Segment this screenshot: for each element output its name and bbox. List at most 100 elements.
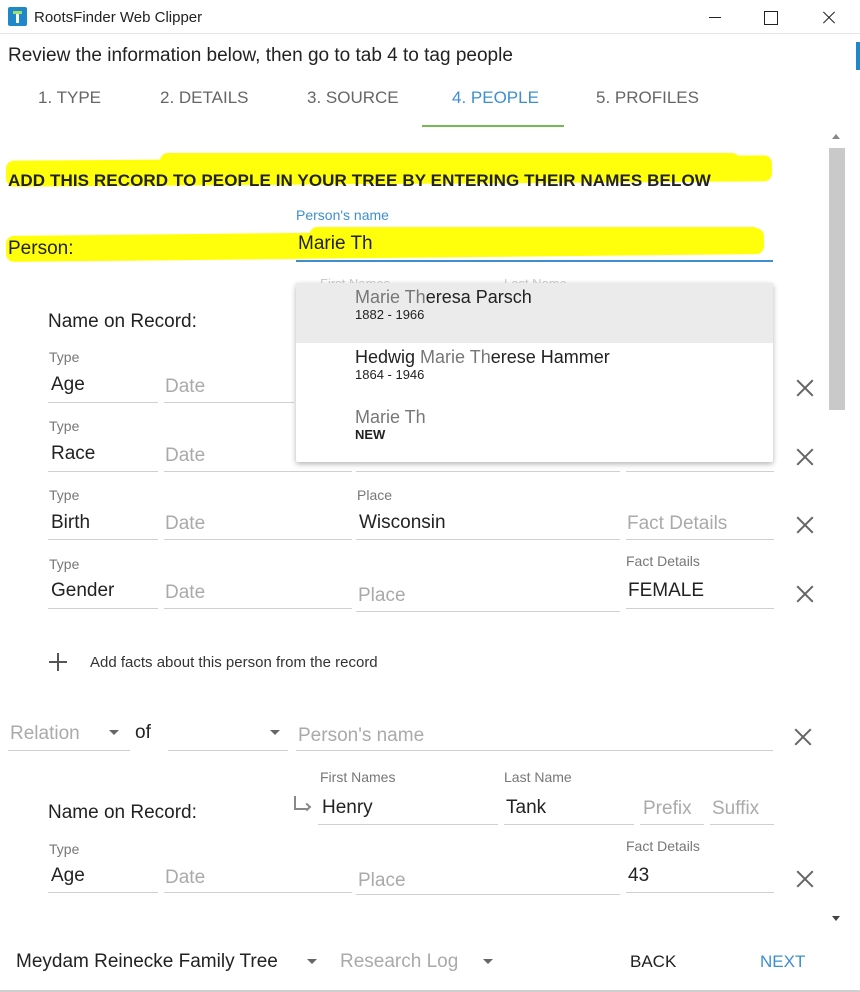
tab-type[interactable]: 1. TYPE (38, 88, 101, 108)
option-lifespan: 1864 - 1946 (355, 367, 425, 382)
scroll-up-arrow-icon[interactable] (832, 134, 840, 139)
tab-details[interactable]: 2. DETAILS (160, 88, 249, 108)
name-on-record-label: Name on Record: (48, 311, 197, 332)
autocomplete-option-new[interactable]: Marie Th NEW (296, 403, 773, 463)
fact-type-label: Type (49, 418, 80, 434)
remove-relation-icon[interactable] (793, 727, 813, 747)
chevron-down-icon[interactable] (270, 730, 280, 735)
research-log-select[interactable]: Research Log (340, 951, 458, 973)
highlight-mark (160, 153, 740, 169)
fact-type-select[interactable]: Gender (51, 580, 114, 602)
next-button[interactable]: NEXT (760, 952, 805, 972)
fact-type-underline (48, 608, 158, 609)
remove-fact-icon[interactable] (795, 515, 815, 535)
tab-people[interactable]: 4. PEOPLE (452, 88, 539, 108)
remove-fact-icon[interactable] (795, 447, 815, 467)
remove-fact-icon[interactable] (795, 584, 815, 604)
chevron-down-icon[interactable] (307, 959, 317, 964)
autocomplete-option[interactable]: Hedwig Marie Therese Hammer 1864 - 1946 (296, 343, 773, 403)
remove-fact-icon[interactable] (795, 378, 815, 398)
scrollbar-thumb[interactable] (829, 148, 845, 410)
relation-select-underline (8, 750, 130, 751)
last-name-input[interactable]: Tank (506, 797, 546, 819)
fact-type-underline (48, 892, 158, 893)
relation-target-underline[interactable] (168, 750, 288, 751)
option-lifespan: 1882 - 1966 (355, 307, 425, 322)
fact-type-select[interactable]: Race (51, 443, 95, 465)
fact-date-input[interactable]: Date (165, 867, 205, 889)
minimize-icon[interactable] (692, 0, 738, 34)
fact-date-underline (164, 608, 352, 609)
person-name-input[interactable]: Marie Th (298, 233, 373, 255)
fact-type-label: Type (49, 349, 80, 365)
maximize-icon[interactable] (746, 0, 792, 34)
fact-date-underline (164, 539, 352, 540)
suffix-input[interactable]: Suffix (712, 798, 759, 820)
first-names-label: First Names (320, 769, 396, 785)
fact-date-input[interactable]: Date (165, 513, 205, 535)
suffix-underline (710, 824, 774, 825)
option-name: Marie Theresa Parsch (355, 287, 532, 307)
fact-place-underline (356, 611, 620, 612)
chevron-down-icon[interactable] (483, 959, 493, 964)
highlight-mark (310, 227, 760, 241)
subdirectory-arrow-icon (292, 796, 312, 814)
fact-date-underline (164, 892, 352, 893)
fact-details-input[interactable]: Fact Details (627, 513, 727, 535)
fact-type-underline (48, 539, 158, 540)
fact-place-underline (356, 894, 620, 895)
option-name: Marie Th (355, 407, 426, 427)
fact-place-input[interactable]: Wisconsin (359, 512, 446, 534)
background-window-edge (856, 42, 860, 70)
autocomplete-dropdown: Marie Theresa Parsch 1882 - 1966 Hedwig … (296, 283, 773, 462)
fact-details-underline (626, 539, 774, 540)
option-name: Hedwig Marie Therese Hammer (355, 347, 610, 367)
fact-type-select[interactable]: Age (51, 865, 85, 887)
tree-select[interactable]: Meydam Reinecke Family Tree (16, 951, 278, 973)
fact-details-input[interactable]: 43 (628, 865, 649, 887)
fact-details-underline (626, 471, 774, 472)
fact-date-input[interactable]: Date (165, 445, 205, 467)
autocomplete-option[interactable]: Marie Theresa Parsch 1882 - 1966 (296, 283, 773, 343)
prefix-input[interactable]: Prefix (643, 798, 692, 820)
remove-fact-icon[interactable] (795, 869, 815, 889)
fact-details-label: Fact Details (626, 553, 700, 569)
fact-date-input[interactable]: Date (165, 376, 205, 398)
active-tab-indicator (422, 125, 564, 127)
of-label: of (135, 722, 151, 743)
instruction-text: Review the information below, then go to… (8, 45, 513, 66)
fact-place-input[interactable]: Place (358, 585, 406, 607)
chevron-down-icon[interactable] (109, 730, 119, 735)
window-title: RootsFinder Web Clipper (34, 9, 203, 26)
name-on-record-label: Name on Record: (48, 802, 197, 823)
fact-type-select[interactable]: Age (51, 374, 85, 396)
last-name-underline (504, 824, 634, 825)
prefix-underline (640, 824, 704, 825)
fact-date-input[interactable]: Date (165, 582, 205, 604)
person-label: Person: (8, 238, 74, 259)
fact-type-select[interactable]: Birth (51, 512, 90, 534)
plus-icon[interactable] (49, 653, 67, 671)
fact-type-label: Type (49, 841, 80, 857)
close-icon[interactable] (804, 0, 850, 34)
fact-place-underline (356, 471, 620, 472)
fact-details-label: Fact Details (626, 838, 700, 854)
section-heading: ADD THIS RECORD TO PEOPLE IN YOUR TREE B… (8, 171, 711, 190)
relation-person-name-input[interactable]: Person's name (298, 725, 424, 747)
person-name-input-underline (296, 260, 773, 262)
fact-details-input[interactable]: FEMALE (628, 580, 704, 602)
scroll-down-arrow-icon[interactable] (832, 916, 840, 921)
option-new-badge: NEW (355, 427, 386, 442)
fact-place-input[interactable]: Place (358, 870, 406, 892)
add-facts-link[interactable]: Add facts about this person from the rec… (90, 654, 378, 671)
fact-place-underline (356, 539, 620, 540)
back-button[interactable]: BACK (630, 952, 676, 972)
tab-source[interactable]: 3. SOURCE (307, 88, 399, 108)
first-names-underline (318, 824, 498, 825)
tab-profiles[interactable]: 5. PROFILES (596, 88, 699, 108)
fact-details-underline (626, 892, 774, 893)
first-names-input[interactable]: Henry (322, 797, 373, 819)
relation-person-underline (296, 750, 773, 751)
fact-place-label: Place (357, 487, 393, 503)
relation-select[interactable]: Relation (10, 723, 80, 745)
